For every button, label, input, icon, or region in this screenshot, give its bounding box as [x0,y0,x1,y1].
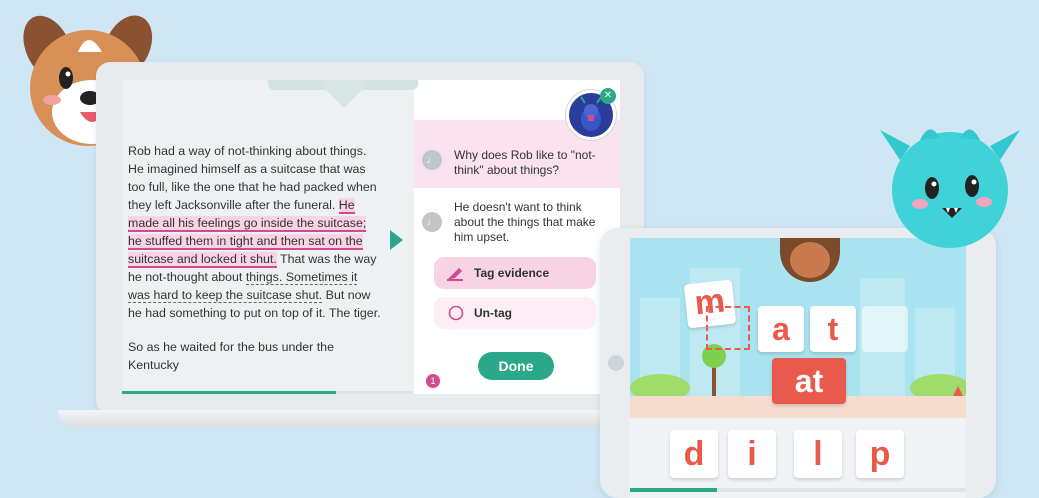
reading-pane: Rob had a way of not-thinking about thin… [122,80,418,394]
question-panel: ♩ Why does Rob like to "not-think" about… [414,120,620,394]
highlighter-icon [447,268,463,281]
tag-evidence-button[interactable]: Tag evidence [434,257,596,289]
close-icon[interactable]: ✕ [600,88,616,104]
passage-paragraph-2: So as he waited for the bus under the Ke… [128,340,334,372]
reading-progress-fill [122,391,337,394]
laptop-base [58,410,682,428]
letter-choice-tray: d i l p [630,418,966,498]
blend-tile: at [772,358,846,404]
un-tag-button[interactable]: Un-tag [434,297,596,329]
choice-letter-tile[interactable]: d [670,430,718,478]
done-button[interactable]: Done [478,352,554,380]
phonics-game-screen: m a t at d i l p [630,238,966,498]
reading-passage: Rob had a way of not-thinking about thin… [128,142,382,390]
passage-paragraph-1: Rob had a way of not-thinking about thin… [128,142,382,322]
reading-app-screen: Rob had a way of not-thinking about thin… [122,80,620,394]
question-text: Why does Rob like to "not-think" about t… [454,148,596,177]
tag-evidence-label: Tag evidence [474,266,550,280]
choice-letter-tile[interactable]: i [728,430,776,478]
word-letter-tile: t [810,306,856,352]
choice-letter-tile[interactable]: l [794,430,842,478]
empty-slot [862,306,908,352]
teal-monster-mascot [880,129,1020,248]
word-letter-tile: a [758,306,804,352]
next-arrow-icon[interactable] [390,230,403,250]
radio-circle-icon [448,305,464,321]
game-progress-fill [630,488,718,492]
drop-slot[interactable] [706,306,750,350]
notification-badge[interactable]: 1 [426,374,440,388]
reading-notch [316,80,372,108]
speaker-icon[interactable]: ♩ [422,150,442,170]
speaker-icon[interactable]: ♩ [422,212,442,232]
choice-letter-tile[interactable]: p [856,430,904,478]
un-tag-label: Un-tag [474,306,512,320]
tablet-home-button [608,355,624,371]
answer-text: He doesn't want to think about the thing… [454,200,596,244]
